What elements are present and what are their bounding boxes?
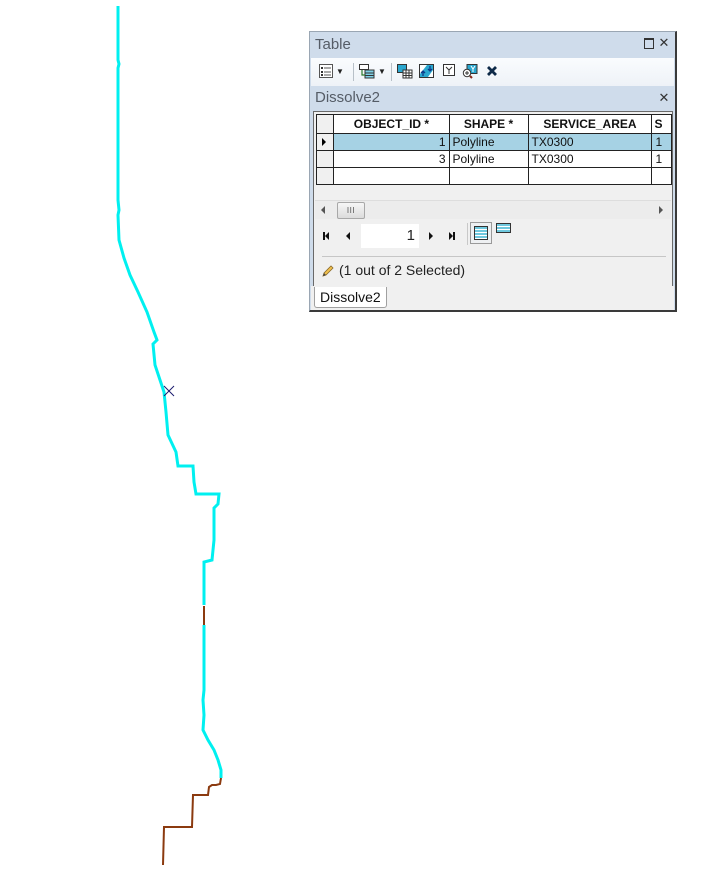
table-cell[interactable] [448,167,529,185]
first-record-button[interactable] [323,231,329,241]
table-cell[interactable] [527,167,653,185]
toolbar-divider [353,63,354,81]
delete-selected-button[interactable] [486,63,500,79]
select-by-attributes-button[interactable] [397,63,413,79]
table-row[interactable]: 1 Polyline TX0300 1 [315,133,672,151]
layer-title: Dissolve2 [315,89,381,106]
table-tabstrip: Dissolve2 [311,286,674,310]
table-row-new[interactable] [315,167,672,185]
chevron-down-icon: ▼ [336,66,344,76]
scroll-right-icon[interactable] [659,206,663,214]
row-selector[interactable] [315,133,335,151]
status-divider [322,256,666,257]
switch-selection-button[interactable] [419,63,435,79]
table-cell[interactable]: TX0300 [527,133,653,151]
layer-titlebar: Dissolve2 ✕ [310,87,675,109]
toolbar-divider [391,63,392,81]
chevron-down-icon: ▼ [378,66,386,76]
previous-record-icon [346,232,350,240]
close-icon[interactable]: ✕ [658,36,670,50]
x-marker-icon [163,385,175,397]
clear-selection-button[interactable] [443,63,457,79]
select-by-attributes-icon [397,64,413,79]
nav-divider [467,223,468,245]
table-options-icon [319,64,333,78]
column-header[interactable]: S [651,114,672,134]
horizontal-scrollbar[interactable]: III [315,200,671,219]
related-tables-icon [359,64,375,79]
row-selector[interactable] [315,150,335,168]
table-window-titlebar[interactable]: Table ✕ [310,32,675,56]
table-row[interactable]: 3 Polyline TX0300 1 [315,150,672,168]
scroll-left-icon[interactable] [321,206,325,214]
selection-status: (1 out of 2 Selected) [322,262,465,278]
table-cell[interactable]: 1 [651,133,672,151]
next-record-icon [429,232,433,240]
table-cell[interactable]: 1 [651,150,672,168]
selected-polyline-feature-lower[interactable] [201,625,223,778]
show-all-records-icon [474,226,488,240]
table-options-button[interactable]: ▼ [319,63,344,79]
pencil-icon [322,264,334,277]
table-window: Table ✕ ▼ ▼ Dissolve2 ✕ OBJECT_ID * SHAP… [309,31,677,312]
related-tables-button[interactable]: ▼ [359,63,386,79]
maximize-icon[interactable] [643,36,655,50]
table-cell[interactable]: 1 [333,133,450,151]
show-all-records-button[interactable] [470,222,492,244]
switch-selection-icon [419,64,435,78]
table-toolbar: ▼ ▼ [311,58,674,86]
row-header-corner [315,114,335,134]
column-header[interactable]: OBJECT_ID * [333,114,450,134]
table-cell[interactable]: Polyline [448,150,529,168]
table-cell[interactable]: Polyline [448,133,529,151]
zoom-to-selected-icon [462,64,478,79]
zoom-to-selected-button[interactable] [462,63,478,79]
current-record-input[interactable]: 1 [361,224,419,248]
attribute-grid: OBJECT_ID * SHAPE * SERVICE_AREA S 1 Pol… [313,111,673,287]
last-record-button[interactable] [449,231,455,241]
column-header[interactable]: SERVICE_AREA [527,114,653,134]
table-header-row: OBJECT_ID * SHAPE * SERVICE_AREA S [315,114,672,134]
current-row-pointer-icon [322,138,326,146]
row-selector[interactable] [315,167,335,185]
table-cell[interactable] [651,167,672,185]
selection-status-text: (1 out of 2 Selected) [339,262,466,278]
attribute-table: OBJECT_ID * SHAPE * SERVICE_AREA S 1 Pol… [315,114,672,185]
record-navigation-bar: 1 [315,220,671,254]
next-record-button[interactable] [429,231,433,241]
selected-polyline-feature[interactable] [116,6,221,605]
close-icon[interactable]: ✕ [658,91,670,105]
show-selected-records-icon[interactable] [496,223,511,233]
window-title: Table [315,36,351,53]
table-cell[interactable]: TX0300 [527,150,653,168]
table-cell[interactable]: 3 [333,150,450,168]
clear-selection-icon [443,64,457,78]
tab-dissolve2[interactable]: Dissolve2 [314,287,387,308]
scroll-thumb[interactable]: III [337,202,365,219]
unselected-polyline-feature[interactable] [162,777,222,866]
previous-record-button[interactable] [346,231,350,241]
table-cell[interactable] [333,167,450,185]
column-header[interactable]: SHAPE * [448,114,529,134]
delete-icon [486,64,500,78]
